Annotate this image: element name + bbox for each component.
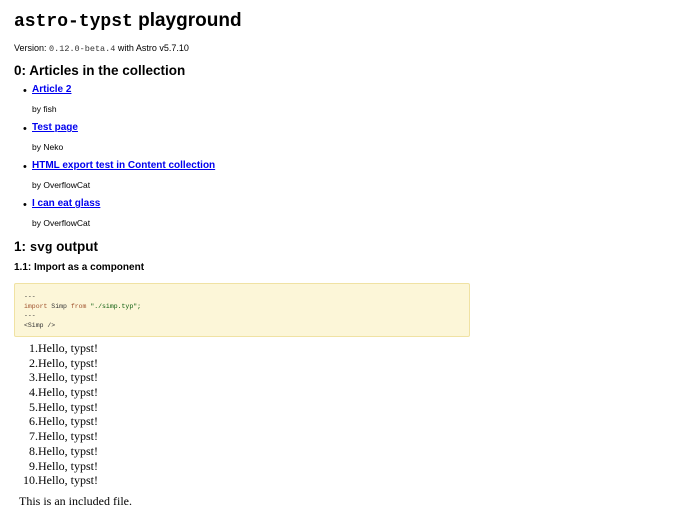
version-line: Version: 0.12.0-beta.4 with Astro v5.7.1…: [14, 43, 189, 54]
list-number: 4.: [29, 385, 38, 400]
list-text: Hello, typst!: [38, 473, 98, 488]
article-link[interactable]: Test page: [32, 122, 78, 133]
list-number: 7.: [29, 429, 38, 444]
list-item: 10. Hello, typst!: [22, 473, 98, 488]
code-string: "./simp.typ";: [86, 302, 142, 310]
bullet-icon: •: [23, 85, 27, 97]
article-link[interactable]: I can eat glass: [32, 198, 100, 209]
list-text: Hello, typst!: [38, 341, 98, 355]
bullet-icon: •: [23, 123, 27, 135]
list-number: 5.: [29, 399, 38, 414]
page-title-text: playground: [138, 10, 242, 31]
version-number: 0.12.0-beta.4: [49, 44, 116, 54]
list-item: 5. Hello, typst!: [22, 399, 98, 415]
list-text: Hello, typst!: [38, 355, 98, 370]
list-number: 9.: [29, 458, 38, 473]
list-text: Hello, typst!: [38, 429, 98, 444]
hello-list: 1. Hello, typst! 2. Hello, typst! 3. Hello,…: [22, 341, 98, 488]
code-keyword-from: from: [70, 302, 87, 310]
code-line-fence-close: ---: [24, 312, 36, 319]
article-author: by OverflowCat: [32, 218, 91, 228]
code-identifier: Simp: [47, 302, 71, 310]
code-line-component: <Simp />: [24, 321, 56, 329]
list-item: 6. Hello, typst!: [22, 414, 98, 429]
list-item: • I can eat glass by OverflowCat: [14, 198, 514, 232]
included-file-text: This is an included file.: [19, 494, 132, 508]
bullet-icon: •: [23, 199, 27, 211]
list-text: Hello, typst!: [38, 414, 98, 429]
list-number: 8.: [29, 443, 38, 458]
section-number: 1:: [14, 239, 27, 254]
list-text: Hello, typst!: [38, 458, 98, 473]
list-text: Hello, typst!: [38, 443, 98, 458]
code-keyword-import: import: [24, 302, 48, 310]
list-text: Hello, typst!: [38, 385, 98, 400]
bullet-icon: •: [23, 161, 27, 173]
list-item: 4. Hello, typst!: [22, 385, 98, 400]
version-suffix: with Astro v5.7.10: [117, 43, 189, 53]
article-author: by OverflowCat: [32, 180, 91, 190]
list-number: 2.: [29, 355, 38, 370]
subsection-heading: 1.1: Import as a component: [14, 262, 145, 273]
list-text: Hello, typst!: [38, 399, 98, 414]
list-item: 3. Hello, typst!: [22, 370, 98, 385]
page-title: astro-typst playground: [14, 10, 242, 32]
code-line-fence-open: ---: [24, 293, 36, 300]
version-prefix: Version:: [14, 43, 47, 53]
list-item: 8. Hello, typst!: [22, 443, 98, 459]
list-item: 7. Hello, typst!: [22, 429, 98, 444]
section-articles-heading: 0: Articles in the collection: [14, 63, 186, 78]
list-item: 1. Hello, typst!: [22, 341, 98, 356]
list-item: • Article 2 by fish: [14, 84, 514, 118]
list-item: 9. Hello, typst!: [22, 458, 98, 474]
code-line-import: import Simp from "./simp.typ";: [24, 302, 460, 312]
list-number: 3.: [29, 370, 38, 385]
code-block: --- import Simp from "./simp.typ"; --- <…: [14, 283, 470, 337]
list-number: 10.: [23, 473, 38, 488]
article-link[interactable]: HTML export test in Content collection: [32, 160, 215, 171]
list-item: 2. Hello, typst!: [22, 355, 98, 371]
list-number: 1.: [29, 341, 38, 355]
article-link[interactable]: Article 2: [32, 84, 71, 95]
article-author: by fish: [32, 104, 57, 114]
page-title-code: astro-typst: [14, 12, 133, 32]
section-suffix: output: [56, 239, 99, 254]
list-item: • Test page by Neko: [14, 122, 514, 156]
list-text: Hello, typst!: [38, 370, 98, 385]
article-author: by Neko: [32, 142, 64, 152]
list-item: • HTML export test in Content collection…: [14, 160, 514, 194]
section-svg-output-heading: 1: svg output: [14, 239, 98, 255]
section-code: svg: [29, 241, 53, 255]
list-number: 6.: [29, 414, 38, 429]
